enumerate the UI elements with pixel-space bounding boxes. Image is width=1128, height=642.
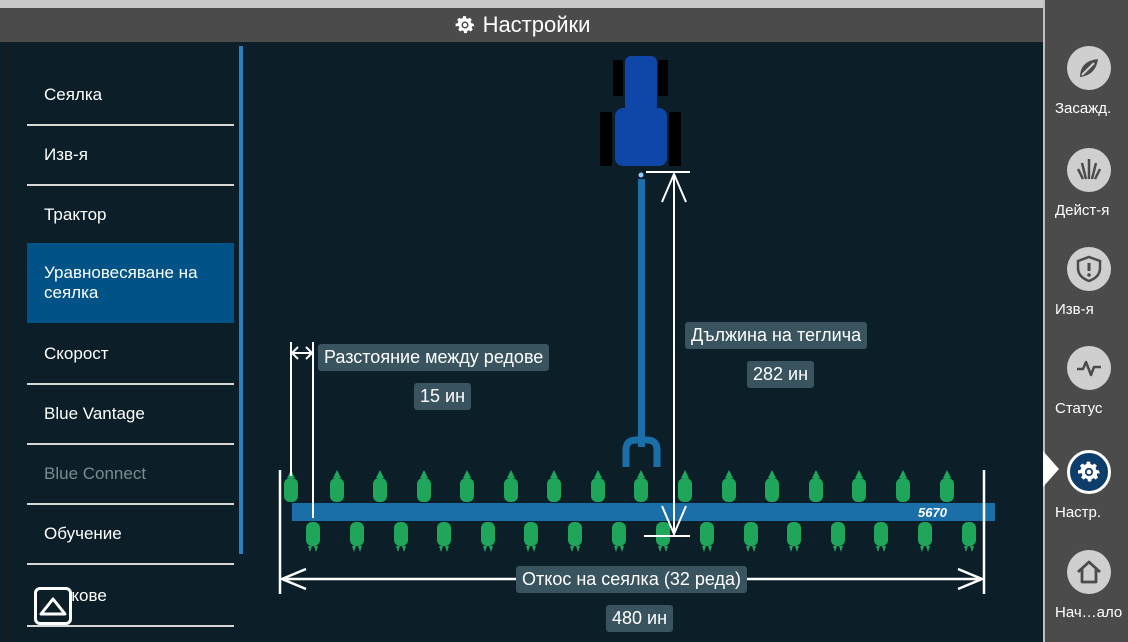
nav-alerts-label: Изв-я: [1055, 301, 1094, 318]
scroll-up-button[interactable]: [34, 587, 72, 625]
settings-menu: Сеялка Изв-я Трактор Уравновесяване на с…: [8, 42, 240, 642]
planter-model: 5670: [918, 505, 948, 520]
row-unit: [852, 470, 866, 502]
menu-item-planter-balance[interactable]: Уравновесяване на сеялка: [27, 243, 234, 323]
row-unit: [962, 522, 976, 552]
gear-icon: [455, 16, 474, 34]
tractor: [600, 56, 681, 178]
home-icon: [1067, 550, 1111, 594]
row-unit: [437, 522, 451, 552]
row-unit: [350, 522, 364, 552]
menu-item-training[interactable]: Обучение: [27, 505, 234, 565]
row-unit: [787, 522, 801, 552]
row-spacing-label: Разстояние между редове: [318, 344, 550, 371]
nav-planting-label: Засажд.: [1055, 100, 1112, 117]
row-unit: [831, 522, 845, 552]
row-unit: [591, 470, 605, 502]
hitch-length-label: Дължина на теглича: [685, 322, 868, 349]
nav-settings-label: Настр.: [1055, 504, 1102, 521]
row-spacing-value: 15 ин: [414, 383, 472, 410]
status-icon: [1067, 346, 1111, 390]
planter-toolbar: [292, 503, 995, 521]
nav-status[interactable]: Статус: [1045, 346, 1128, 441]
row-unit: [417, 470, 431, 502]
row-unit: [306, 522, 320, 552]
nav-home[interactable]: Нач…ало: [1045, 550, 1128, 642]
row-unit: [940, 470, 954, 502]
row-unit: [765, 470, 779, 502]
planter-diagram: 5670 Разстояние между редове 15 ин Дължи…: [244, 42, 1043, 642]
page-title: Настройки: [482, 12, 591, 37]
row-unit: [504, 470, 518, 502]
actions-icon: [1067, 148, 1111, 192]
planting-icon: [1067, 46, 1111, 90]
row-unit: [722, 470, 736, 502]
chevron-up-icon: [39, 597, 67, 616]
menu-item-speed[interactable]: Скорост: [27, 325, 234, 385]
row-unit: [394, 522, 408, 552]
diagram-canvas: 5670: [278, 56, 995, 594]
hitch-tongue: [622, 179, 661, 467]
nav-status-label: Статус: [1055, 400, 1103, 417]
row-unit: [874, 522, 888, 552]
row-unit: [700, 522, 714, 552]
row-unit: [678, 470, 692, 502]
hitch-length-value: 282 ин: [747, 361, 815, 388]
main-navigation: Засажд. Дейст-я Изв-я Статус Настр. Нач……: [1043, 0, 1128, 642]
gear-icon: [1067, 450, 1111, 494]
nav-planting[interactable]: Засажд.: [1045, 46, 1128, 141]
nav-actions[interactable]: Дейст-я: [1045, 148, 1128, 243]
menu-item-blue-vantage[interactable]: Blue Vantage: [27, 385, 234, 445]
row-unit: [460, 470, 474, 502]
row-unit: [612, 522, 626, 552]
menu-item-alerts[interactable]: Изв-я: [27, 126, 234, 186]
row-unit: [568, 522, 582, 552]
nav-actions-label: Дейст-я: [1055, 202, 1110, 219]
row-unit: [330, 470, 344, 502]
row-unit: [481, 522, 495, 552]
active-nav-indicator: [1043, 451, 1059, 487]
row-unit: [809, 470, 823, 502]
row-unit: [373, 470, 387, 502]
nav-alerts[interactable]: Изв-я: [1045, 247, 1128, 342]
row-unit: [896, 470, 910, 502]
row-unit: [918, 522, 932, 552]
planter-width-label: Откос на сеялка (32 реда): [516, 566, 747, 593]
row-unit: [547, 470, 561, 502]
nav-home-label: Нач…ало: [1055, 604, 1123, 621]
title-bar: Настройки: [0, 0, 1043, 42]
menu-item-tractor[interactable]: Трактор: [27, 186, 234, 246]
planter-width-value: 480 ин: [606, 605, 674, 632]
row-unit: [524, 522, 538, 552]
menu-item-planter[interactable]: Сеялка: [27, 66, 234, 126]
scrollbar-thumb[interactable]: [239, 46, 243, 554]
alerts-icon: [1067, 247, 1111, 291]
rear-row-units: [306, 522, 976, 552]
menu-item-blue-connect: Blue Connect: [27, 445, 234, 505]
row-unit: [744, 522, 758, 552]
front-row-units: [284, 470, 954, 502]
row-unit: [634, 470, 648, 502]
